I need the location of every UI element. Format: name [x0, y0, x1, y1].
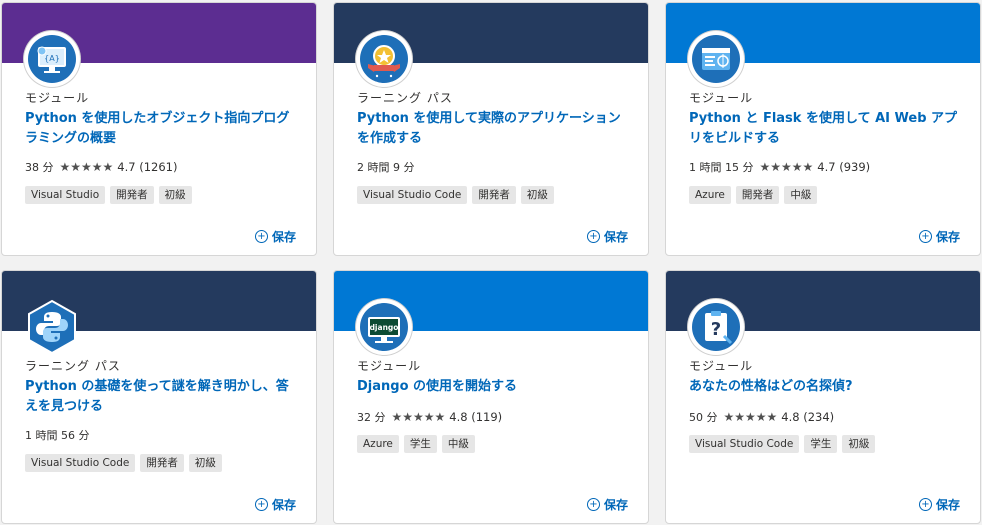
- svg-text:{A}: {A}: [44, 54, 60, 63]
- card-type: ラーニング パス: [25, 359, 121, 373]
- card-title[interactable]: Django の使用を開始する: [357, 377, 633, 397]
- card-flask-ai-web[interactable]: モジュール Python と Flask を使用して AI Web アプリをビル…: [665, 2, 981, 256]
- tag: 開発者: [472, 186, 516, 204]
- save-label: 保存: [935, 498, 960, 512]
- tag: 初級: [520, 186, 554, 204]
- tag: 学生: [804, 435, 838, 453]
- card-django-start[interactable]: django モジュール Django の使用を開始する 32 分 ★★★★★ …: [333, 270, 649, 524]
- card-meta: 50 分 ★★★★★ 4.8 (234): [689, 409, 834, 425]
- add-circle-icon: +: [586, 498, 600, 511]
- rating-value: 4.8 (119): [449, 410, 503, 424]
- tag-list: Visual Studio Code 開発者 初級: [25, 454, 222, 472]
- duration: 1 時間 15 分: [689, 161, 754, 174]
- card-meta: 2 時間 9 分: [357, 159, 415, 175]
- rating-value: 4.8 (234): [781, 410, 835, 424]
- tag: 開発者: [735, 186, 780, 204]
- tag: 学生: [403, 435, 437, 453]
- save-label: 保存: [603, 230, 628, 244]
- tag-list: Visual Studio 開発者 初級: [25, 186, 192, 204]
- duration: 50 分: [689, 411, 718, 424]
- add-circle-icon: +: [586, 230, 600, 243]
- svg-text:django: django: [370, 323, 399, 332]
- card-title[interactable]: Python を使用して実際のアプリケーションを作成する: [357, 109, 633, 149]
- add-circle-icon: +: [918, 230, 932, 243]
- star-rating-icon: ★★★★★: [759, 160, 814, 174]
- save-label: 保存: [603, 498, 628, 512]
- card-python-basics-mystery[interactable]: ラーニング パス Python の基礎を使って謎を解き明かし、答えを見つける 1…: [1, 270, 317, 524]
- tag: Visual Studio Code: [357, 186, 468, 204]
- save-button[interactable]: + 保存: [918, 228, 960, 245]
- card-meta: 38 分 ★★★★★ 4.7 (1261): [25, 159, 177, 175]
- card-type: モジュール: [689, 91, 754, 105]
- tag-list: Azure 学生 中級: [357, 435, 475, 453]
- svg-text:?: ?: [711, 319, 721, 340]
- card-meta: 32 分 ★★★★★ 4.8 (119): [357, 409, 502, 425]
- card-type: モジュール: [357, 359, 422, 373]
- tag: 初級: [158, 186, 192, 204]
- save-button[interactable]: + 保存: [918, 496, 960, 513]
- django-icon: django: [356, 299, 412, 355]
- python-oop-icon: {A}: [24, 31, 80, 87]
- star-rating-icon: ★★★★★: [391, 410, 446, 424]
- tag: Azure: [357, 435, 399, 453]
- rating-value: 4.7 (939): [817, 160, 871, 174]
- card-python-real-apps[interactable]: ラーニング パス Python を使用して実際のアプリケーションを作成する 2 …: [333, 2, 649, 256]
- tag-list: Visual Studio Code 開発者 初級: [357, 186, 554, 204]
- save-button[interactable]: + 保存: [586, 496, 628, 513]
- add-circle-icon: +: [254, 230, 268, 243]
- save-button[interactable]: + 保存: [254, 496, 296, 513]
- card-python-oop[interactable]: {A} モジュール Python を使用したオブジェクト指向プログラミングの概要…: [1, 2, 317, 256]
- tag: Visual Studio Code: [25, 454, 136, 472]
- card-meta: 1 時間 15 分 ★★★★★ 4.7 (939): [689, 159, 870, 175]
- card-title[interactable]: Python と Flask を使用して AI Web アプリをビルドする: [689, 109, 965, 149]
- add-circle-icon: +: [254, 498, 268, 511]
- tag: Visual Studio: [25, 186, 106, 204]
- card-title[interactable]: Python を使用したオブジェクト指向プログラミングの概要: [25, 109, 301, 149]
- save-label: 保存: [271, 230, 296, 244]
- tag: 開発者: [140, 454, 184, 472]
- tag: 中級: [441, 435, 475, 453]
- add-circle-icon: +: [918, 498, 932, 511]
- clipboard-question-icon: ?: [688, 299, 744, 355]
- save-button[interactable]: + 保存: [254, 228, 296, 245]
- tag: 初級: [188, 454, 222, 472]
- rating-value: 4.7 (1261): [117, 160, 178, 174]
- star-rating-icon: ★★★★★: [723, 410, 778, 424]
- tag: Visual Studio Code: [689, 435, 800, 453]
- save-label: 保存: [935, 230, 960, 244]
- tag-list: Azure 開発者 中級: [689, 186, 818, 204]
- card-type: モジュール: [25, 91, 90, 105]
- card-title[interactable]: Python の基礎を使って謎を解き明かし、答えを見つける: [25, 377, 301, 417]
- trophy-badge-icon: [356, 31, 412, 87]
- flask-web-icon: [688, 31, 744, 87]
- tag: 中級: [784, 186, 818, 204]
- save-label: 保存: [271, 498, 296, 512]
- duration: 32 分: [357, 411, 386, 424]
- save-button[interactable]: + 保存: [586, 228, 628, 245]
- duration: 38 分: [25, 161, 54, 174]
- card-type: ラーニング パス: [357, 91, 453, 105]
- tag: 開発者: [110, 186, 154, 204]
- duration: 1 時間 56 分: [25, 429, 90, 442]
- duration: 2 時間 9 分: [357, 161, 415, 174]
- tag: 初級: [842, 435, 876, 453]
- card-title[interactable]: あなたの性格はどの名探偵?: [689, 377, 965, 397]
- card-type: モジュール: [689, 359, 754, 373]
- tag-list: Visual Studio Code 学生 初級: [689, 435, 876, 453]
- card-meta: 1 時間 56 分: [25, 427, 90, 443]
- python-logo-icon: [24, 299, 80, 355]
- card-detective-personality[interactable]: ? モジュール あなたの性格はどの名探偵? 50 分 ★★★★★ 4.8 (23…: [665, 270, 981, 524]
- star-rating-icon: ★★★★★: [59, 160, 114, 174]
- tag: Azure: [689, 186, 731, 204]
